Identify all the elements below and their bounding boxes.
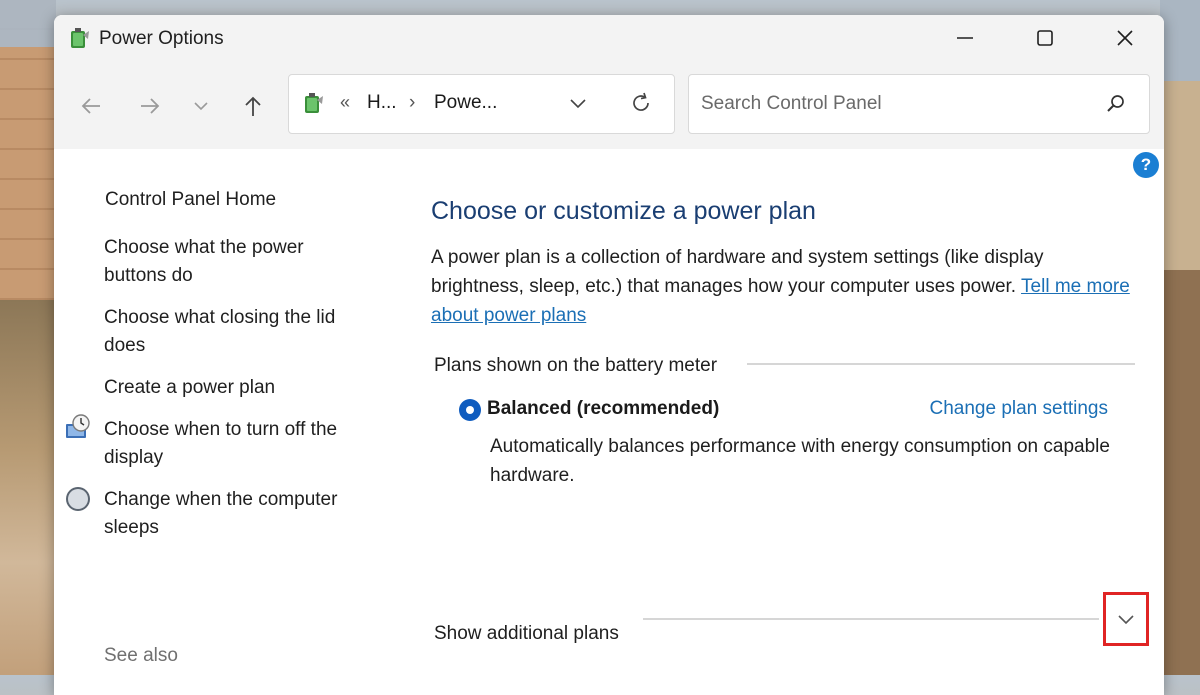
see-also-heading: See also xyxy=(104,645,178,666)
power-options-location-icon xyxy=(305,93,323,113)
chevron-down-icon xyxy=(1118,615,1134,625)
link-closing-lid[interactable]: Choose what closing the lid does xyxy=(104,304,369,360)
search-icon[interactable] xyxy=(1105,93,1127,115)
main-pane: Choose or customize a power plan A power… xyxy=(431,149,1151,689)
title-bar[interactable]: Power Options xyxy=(54,15,1164,61)
search-box[interactable] xyxy=(688,74,1150,134)
breadcrumb-power-options[interactable]: Powe... xyxy=(434,92,497,114)
arrow-up-icon xyxy=(245,96,261,116)
search-input[interactable] xyxy=(699,89,1093,119)
description-text: A power plan is a collection of hardware… xyxy=(431,247,1044,297)
window-title: Power Options xyxy=(99,28,224,49)
balanced-plan-radio[interactable] xyxy=(459,399,481,421)
minimize-icon xyxy=(957,37,973,39)
desktop-wallpaper-right xyxy=(1160,0,1200,675)
page-description: A power plan is a collection of hardware… xyxy=(431,243,1131,330)
display-clock-icon xyxy=(66,414,90,438)
recent-locations-button[interactable] xyxy=(186,91,216,121)
link-power-buttons[interactable]: Choose what the power buttons do xyxy=(104,234,369,290)
additional-plans-divider xyxy=(643,618,1099,620)
breadcrumb-separator[interactable]: › xyxy=(409,92,415,114)
battery-meter-group-heading: Plans shown on the battery meter xyxy=(434,355,730,377)
content-area: ? Control Panel Home Choose what the pow… xyxy=(54,149,1164,695)
link-create-power-plan[interactable]: Create a power plan xyxy=(104,374,369,402)
address-overflow-chevron[interactable]: « xyxy=(340,92,350,113)
show-additional-plans-heading[interactable]: Show additional plans xyxy=(434,623,631,645)
change-plan-settings-link[interactable]: Change plan settings xyxy=(929,398,1108,420)
arrow-left-icon xyxy=(81,98,100,114)
close-icon xyxy=(1117,30,1133,46)
page-title: Choose or customize a power plan xyxy=(431,197,816,225)
refresh-icon xyxy=(633,92,649,111)
back-button[interactable] xyxy=(76,91,106,121)
navigation-bar: « H... › Powe... xyxy=(54,61,1164,149)
link-computer-sleeps[interactable]: Change when the computer sleeps xyxy=(104,486,369,542)
power-options-window: Power Options « H... › Powe... Search Co… xyxy=(54,15,1164,695)
moon-sleep-icon xyxy=(66,487,90,511)
arrow-right-icon xyxy=(141,98,160,114)
close-button[interactable] xyxy=(1085,15,1164,61)
chevron-down-icon xyxy=(570,99,586,109)
up-button[interactable] xyxy=(238,91,268,121)
forward-button[interactable] xyxy=(135,91,165,121)
address-history-dropdown[interactable] xyxy=(567,92,589,119)
chevron-down-icon xyxy=(194,102,208,111)
address-bar[interactable]: « H... › Powe... xyxy=(288,74,675,134)
breadcrumb-home[interactable]: H... xyxy=(367,92,397,114)
battery-group-divider xyxy=(747,363,1135,365)
control-panel-home-link[interactable]: Control Panel Home xyxy=(105,189,276,211)
balanced-plan-name[interactable]: Balanced (recommended) xyxy=(487,398,719,420)
maximize-button[interactable] xyxy=(1005,15,1085,61)
link-turn-off-display[interactable]: Choose when to turn off the display xyxy=(104,416,369,472)
minimize-button[interactable] xyxy=(925,15,1005,61)
left-navigation-pane: Control Panel Home Choose what the power… xyxy=(54,149,424,689)
balanced-plan-description: Automatically balances performance with … xyxy=(490,436,1110,486)
desktop-wallpaper-left xyxy=(0,0,56,675)
refresh-button[interactable] xyxy=(629,91,653,120)
power-options-app-icon xyxy=(71,28,89,48)
expand-additional-plans-button[interactable] xyxy=(1103,592,1149,646)
maximize-icon xyxy=(1037,30,1053,46)
